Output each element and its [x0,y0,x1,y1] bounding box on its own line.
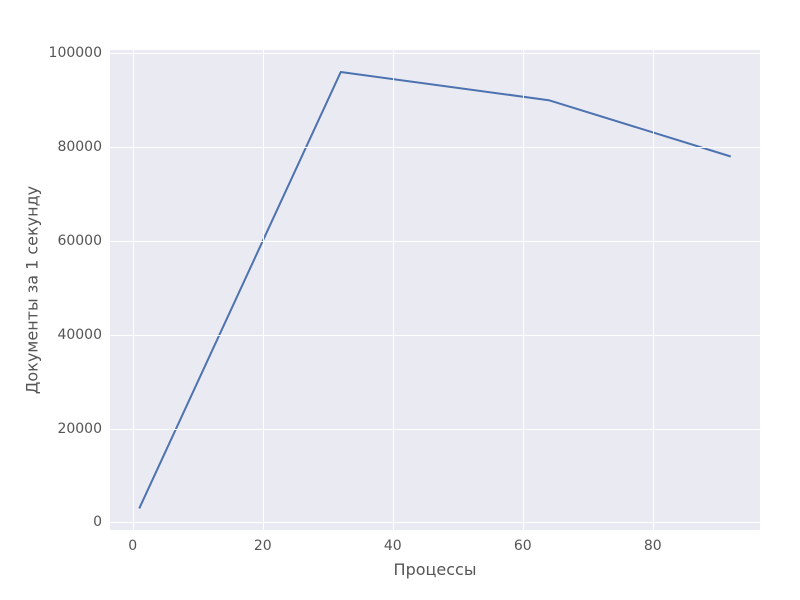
y-tick-label: 100000 [49,45,102,61]
y-tick-label: 80000 [57,139,102,155]
figure: Процессы Документы за 1 секунду 0 20 40 60 8… [0,0,800,600]
grid-vertical [393,50,394,530]
grid-horizontal [110,429,760,430]
y-tick-label: 40000 [57,327,102,343]
y-tick-label: 20000 [57,421,102,437]
grid-horizontal [110,53,760,54]
grid-horizontal [110,335,760,336]
x-tick-label: 20 [254,538,272,554]
grid-horizontal [110,147,760,148]
grid-vertical [263,50,264,530]
y-tick-label: 60000 [57,233,102,249]
line-series [110,50,760,530]
x-tick-label: 80 [644,538,662,554]
grid-horizontal [110,522,760,523]
grid-vertical [523,50,524,530]
line-path [139,72,731,508]
grid-vertical [653,50,654,530]
plot-area [110,50,760,530]
x-tick-label: 0 [128,538,137,554]
grid-vertical [133,50,134,530]
y-axis-label: Документы за 1 секунду [23,186,42,394]
x-tick-label: 60 [514,538,532,554]
grid-horizontal [110,241,760,242]
x-tick-label: 40 [384,538,402,554]
x-axis-label: Процессы [394,560,477,579]
y-tick-label: 0 [93,514,102,530]
